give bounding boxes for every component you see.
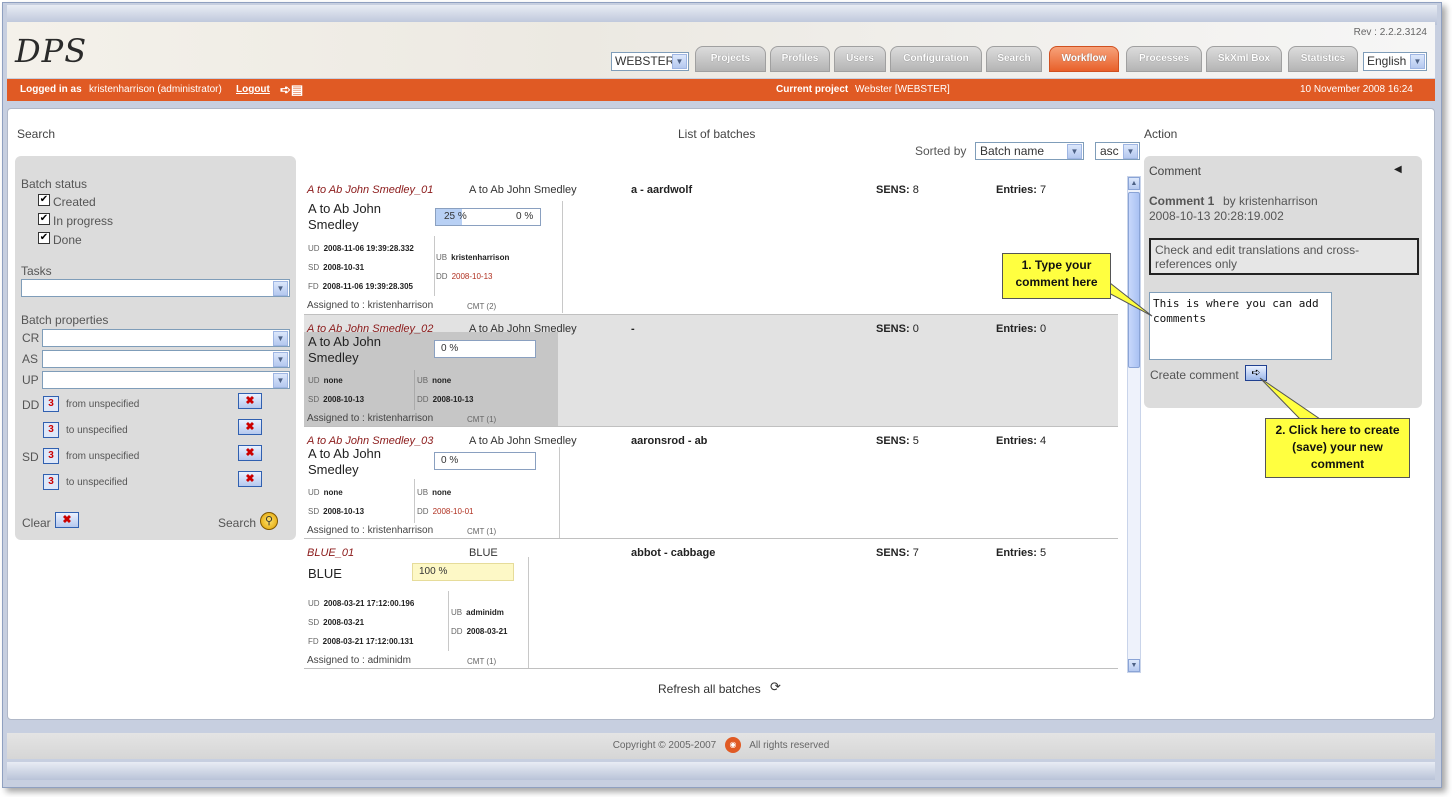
- callout-type-comment: 1. Type your comment here: [1002, 253, 1111, 299]
- footer: Copyright © 2005-2007 ◉ All rights reser…: [7, 733, 1435, 759]
- window-bottom-bar: [7, 762, 1435, 780]
- copyright-text: Copyright © 2005-2007: [612, 740, 717, 751]
- company-logo-icon: ◉: [725, 737, 742, 754]
- callout-pointers: [1089, 282, 1322, 420]
- callout-two-pointer: [1259, 377, 1322, 420]
- rights-text: All rights reserved: [749, 740, 830, 751]
- callout-save-comment: 2. Click here to create (save) your new …: [1265, 418, 1410, 478]
